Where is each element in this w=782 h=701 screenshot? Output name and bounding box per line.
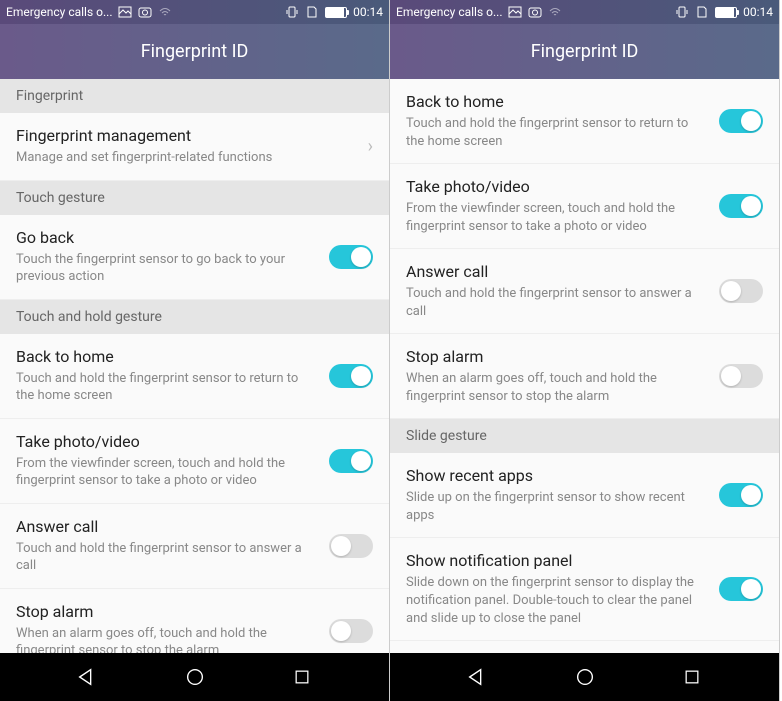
screen-right: Emergency calls o... 00:14 Fingerprint I… [390,0,780,701]
vibrate-icon [675,5,689,19]
carrier-text: Emergency calls o... [396,5,502,19]
toggle-take-photo-video[interactable] [719,194,763,218]
status-bar: Emergency calls o... 00:14 [0,0,389,24]
nav-recents-button[interactable] [672,657,712,697]
toggle-show-notification-panel[interactable] [719,577,763,601]
row-take-photo-video[interactable]: Take photo/video From the viewfinder scre… [390,164,779,249]
row-show-notification-panel[interactable]: Show notification panel Slide down on the… [390,538,779,641]
section-header-touch-and-hold-gesture: Touch and hold gesture [0,300,389,334]
row-subtitle: From the viewfinder screen, touch and ho… [16,455,317,490]
toggle-stop-alarm[interactable] [719,364,763,388]
nav-back-button[interactable] [457,657,497,697]
toggle-answer-call[interactable] [329,534,373,558]
row-title: Show notification panel [406,551,707,570]
sim-icon [305,5,319,19]
nav-bar [390,653,779,701]
row-title: Show recent apps [406,466,707,485]
toggle-take-photo-video[interactable] [329,449,373,473]
row-title: Back to home [16,347,317,366]
row-take-photo-video[interactable]: Take photo/video From the viewfinder scre… [0,419,389,504]
row-title: Go back [16,228,317,247]
row-subtitle: Slide down on the fingerprint sensor to … [406,574,707,627]
section-header-touch-gesture: Touch gesture [0,181,389,215]
row-stop-alarm[interactable]: Stop alarm When an alarm goes off, touch … [0,589,389,653]
toggle-back-to-home[interactable] [329,364,373,388]
clock-text: 00:14 [353,5,383,19]
section-header-fingerprint: Fingerprint [0,79,389,113]
toggle-show-recent-apps[interactable] [719,483,763,507]
toggle-stop-alarm[interactable] [329,619,373,643]
page-title: Fingerprint ID [141,41,249,62]
title-bar: Fingerprint ID [0,24,389,79]
row-subtitle: Manage and set fingerprint-related funct… [16,149,356,167]
row-subtitle: When an alarm goes off, touch and hold t… [16,625,317,653]
row-title: Take photo/video [406,177,707,196]
row-subtitle: Slide up on the fingerprint sensor to sh… [406,489,707,524]
row-answer-call[interactable]: Answer call Touch and hold the fingerprin… [0,504,389,589]
camera-icon [528,5,542,19]
nav-bar [0,653,389,701]
section-header-label: Touch and hold gesture [16,309,162,325]
section-header-label: Slide gesture [406,428,487,444]
row-subtitle: When an alarm goes off, touch and hold t… [406,370,707,405]
picture-icon [508,5,522,19]
picture-icon [118,5,132,19]
wifi-dim-icon [548,5,562,19]
status-bar: Emergency calls o... 00:14 [390,0,779,24]
camera-icon [138,5,152,19]
row-subtitle: From the viewfinder screen, touch and ho… [406,200,707,235]
chevron-right-icon: › [368,136,373,157]
clock-text: 00:14 [743,5,773,19]
page-title: Fingerprint ID [531,41,639,62]
row-back-to-home[interactable]: Back to home Touch and hold the fingerpri… [0,334,389,419]
row-subtitle: Touch and hold the fingerprint sensor to… [406,115,707,150]
section-header-slide-gesture: Slide gesture [390,419,779,453]
carrier-text: Emergency calls o... [6,5,112,19]
row-fingerprint-management[interactable]: Fingerprint management Manage and set fin… [0,113,389,181]
toggle-back-to-home[interactable] [719,109,763,133]
content-left[interactable]: Fingerprint Fingerprint management Manage … [0,79,389,653]
row-title: Stop alarm [406,347,707,366]
nav-back-button[interactable] [67,657,107,697]
nav-home-button[interactable] [565,657,605,697]
row-title: Stop alarm [16,602,317,621]
row-go-back[interactable]: Go back Touch the fingerprint sensor to g… [0,215,389,300]
nav-recents-button[interactable] [282,657,322,697]
toggle-go-back[interactable] [329,245,373,269]
section-header-label: Fingerprint [16,88,83,104]
row-title: Answer call [406,262,707,281]
content-right[interactable]: Back to home Touch and hold the fingerpri… [390,79,779,653]
row-answer-call[interactable]: Answer call Touch and hold the fingerprin… [390,249,779,334]
footer-note: Note: These touch control gestures can b… [390,641,779,653]
row-stop-alarm[interactable]: Stop alarm When an alarm goes off, touch … [390,334,779,419]
toggle-answer-call[interactable] [719,279,763,303]
section-header-label: Touch gesture [16,190,105,206]
row-title: Answer call [16,517,317,536]
row-title: Take photo/video [16,432,317,451]
vibrate-icon [285,5,299,19]
wifi-dim-icon [158,5,172,19]
battery-icon [715,7,737,18]
battery-icon [325,7,347,18]
screen-left: Emergency calls o... 00:14 Fingerprint I… [0,0,390,701]
row-subtitle: Touch the fingerprint sensor to go back … [16,251,317,286]
sim-icon [695,5,709,19]
row-subtitle: Touch and hold the fingerprint sensor to… [16,370,317,405]
title-bar: Fingerprint ID [390,24,779,79]
row-subtitle: Touch and hold the fingerprint sensor to… [16,540,317,575]
row-title: Back to home [406,92,707,111]
row-title: Fingerprint management [16,126,356,145]
nav-home-button[interactable] [175,657,215,697]
row-show-recent-apps[interactable]: Show recent apps Slide up on the fingerpr… [390,453,779,538]
row-back-to-home[interactable]: Back to home Touch and hold the fingerpri… [390,79,779,164]
row-subtitle: Touch and hold the fingerprint sensor to… [406,285,707,320]
